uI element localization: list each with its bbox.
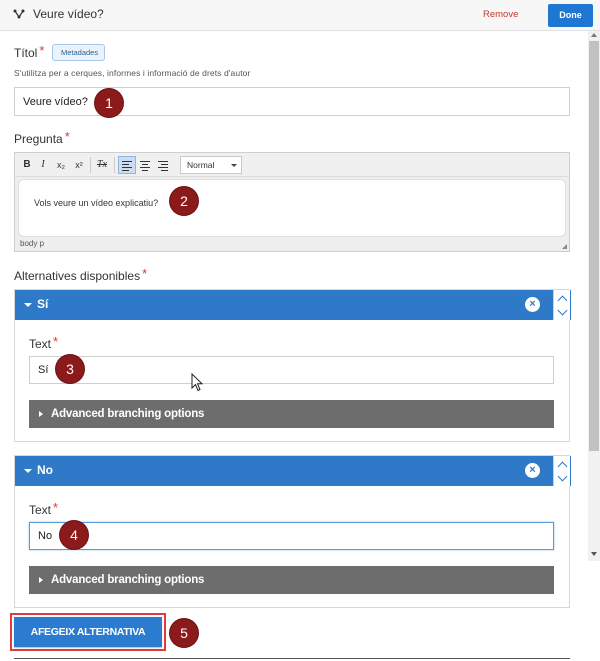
expand-arrow-icon (39, 577, 43, 583)
alternatives-label-text: Alternatives disponibles (14, 269, 141, 283)
required-mark: * (142, 266, 148, 281)
format-select-value: Normal (187, 160, 215, 170)
mouse-pointer-icon (191, 373, 204, 392)
metadata-button[interactable]: Metadades (52, 44, 106, 61)
vertical-scrollbar[interactable] (588, 31, 600, 561)
alternatives-label: Alternatives disponibles * (14, 266, 148, 283)
question-editor: B I x₂ x² Tx Normal Vols veure un vídeo … (14, 152, 570, 252)
question-label-text: Pregunta (14, 132, 63, 146)
remove-button[interactable]: Remove (483, 9, 518, 20)
editor-toolbar: B I x₂ x² Tx Normal (15, 153, 569, 177)
title-label: Títol * (14, 43, 45, 60)
alternative-text-input[interactable]: No (29, 522, 554, 550)
alternative-name: Sí (37, 297, 49, 311)
done-button[interactable]: Done (548, 4, 593, 27)
expand-arrow-icon (39, 411, 43, 417)
required-mark: * (53, 334, 59, 349)
advanced-branching-button[interactable]: Advanced branching options (29, 400, 554, 428)
format-select[interactable]: Normal (180, 156, 242, 174)
scroll-up-arrow-icon[interactable] (591, 33, 597, 37)
close-circle-icon[interactable]: × (525, 297, 540, 312)
text-label: Text (29, 337, 52, 351)
resize-handle-icon[interactable] (562, 244, 567, 249)
required-mark: * (53, 500, 59, 515)
chevron-down-icon[interactable] (557, 305, 568, 316)
question-text-area[interactable]: Vols veure un vídeo explicatiu? (18, 179, 566, 237)
step-marker-5: 5 (170, 619, 198, 647)
dialog-title: Veure vídeo? (33, 7, 104, 21)
align-center-icon[interactable] (136, 156, 154, 174)
step-marker-3: 3 (56, 355, 84, 383)
chevron-up-icon[interactable] (557, 460, 568, 472)
question-text: Vols veure un vídeo explicatiu? (34, 198, 159, 208)
toolbar-separator (90, 157, 91, 173)
question-label: Pregunta * (14, 129, 70, 146)
divider (14, 658, 570, 659)
scrollbar-thumb[interactable] (589, 41, 599, 451)
alternative-panel-si: Sí × Text * Sí Advanced branching options (14, 289, 571, 442)
add-alternative-button[interactable]: AFEGEIX ALTERNATIVA (14, 617, 162, 647)
advanced-branching-label: Advanced branching options (51, 408, 205, 420)
alternative-name: No (37, 463, 53, 477)
alternative-panel-no: No × Text * No Advanced branching options (14, 455, 571, 608)
editor-element-path: body p (20, 239, 45, 248)
dialog-header: Veure vídeo? Remove Done (0, 0, 600, 31)
reorder-controls (553, 290, 570, 320)
close-circle-icon[interactable]: × (525, 463, 540, 478)
branching-icon (13, 9, 25, 19)
clear-format-button[interactable]: Tx (94, 157, 110, 173)
collapse-caret-icon[interactable] (24, 303, 32, 307)
required-mark: * (39, 43, 45, 58)
advanced-branching-label: Advanced branching options (51, 574, 205, 586)
alternative-header[interactable]: Sí × (15, 290, 571, 320)
toolbar-separator (114, 157, 115, 173)
align-right-icon[interactable] (154, 156, 172, 174)
alternative-text-label: Text * (29, 334, 59, 351)
alignment-group (118, 156, 172, 174)
chevron-up-icon[interactable] (557, 294, 568, 306)
alternative-header[interactable]: No × (15, 456, 571, 486)
italic-button[interactable]: I (37, 157, 49, 173)
bold-button[interactable]: B (21, 157, 33, 173)
title-label-text: Títol (14, 46, 38, 60)
step-marker-1: 1 (95, 89, 123, 117)
text-label: Text (29, 503, 52, 517)
subscript-button[interactable]: x₂ (53, 157, 69, 173)
align-left-icon[interactable] (118, 156, 136, 174)
chevron-down-icon (231, 164, 237, 167)
title-help-text: S'utilitza per a cerques, informes i inf… (14, 68, 251, 78)
scroll-down-arrow-icon[interactable] (591, 552, 597, 556)
step-marker-4: 4 (60, 521, 88, 549)
step-marker-2: 2 (170, 187, 198, 215)
superscript-button[interactable]: x² (71, 157, 87, 173)
collapse-caret-icon[interactable] (24, 469, 32, 473)
alternative-text-input[interactable]: Sí (29, 356, 554, 384)
required-mark: * (64, 129, 70, 144)
advanced-branching-button[interactable]: Advanced branching options (29, 566, 554, 594)
reorder-controls (553, 456, 570, 486)
chevron-down-icon[interactable] (557, 471, 568, 482)
alternative-text-label: Text * (29, 500, 59, 517)
